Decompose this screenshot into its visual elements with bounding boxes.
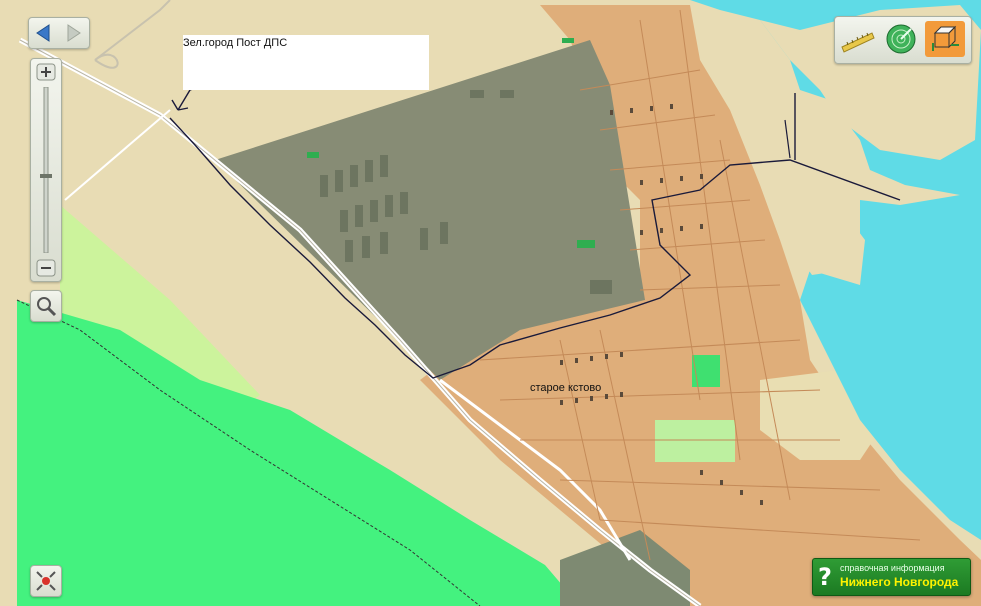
zoom-in-button[interactable] [36,63,56,81]
history-nav [28,17,90,49]
arrow-right-icon [67,24,81,42]
info-banner-line1: справочная информация [840,563,945,573]
map-viewport[interactable]: Зел.город Пост ДПС старое кстово ? справ… [0,0,981,606]
ruler-icon [841,32,875,53]
annotation-text: Зел.город Пост ДПС [183,37,288,49]
park [692,355,720,387]
arrow-left-icon [36,24,50,42]
info-banner[interactable]: ? справочная информация Нижнего Новгород… [812,558,971,596]
3d-tool-button[interactable] [925,21,965,57]
map-toolbar [834,16,972,64]
question-icon: ? [818,563,832,591]
info-banner-line2: Нижнего Новгорода [840,575,959,589]
forward-button[interactable] [62,22,84,44]
back-button[interactable] [33,22,55,44]
ruler-tool-button[interactable] [838,21,878,57]
map-canvas[interactable] [0,0,981,606]
plus-icon [36,63,56,81]
radar-icon [886,24,916,54]
zoom-slider-handle [40,174,52,178]
magnifier-icon [37,297,57,317]
zoom-out-button[interactable] [36,259,56,277]
place-label: старое кстово [530,382,602,394]
green-building [577,240,595,248]
park-complex [655,420,735,462]
magnifier-button[interactable] [30,290,62,322]
green-building [307,152,319,158]
minus-icon [36,259,56,277]
radar-tool-button[interactable] [881,21,921,57]
locate-button[interactable] [30,565,62,597]
zoom-control [30,58,62,282]
zoom-slider[interactable] [40,86,52,254]
green-building [562,38,574,43]
location-target-icon [36,571,56,591]
3d-box-icon [932,25,959,51]
